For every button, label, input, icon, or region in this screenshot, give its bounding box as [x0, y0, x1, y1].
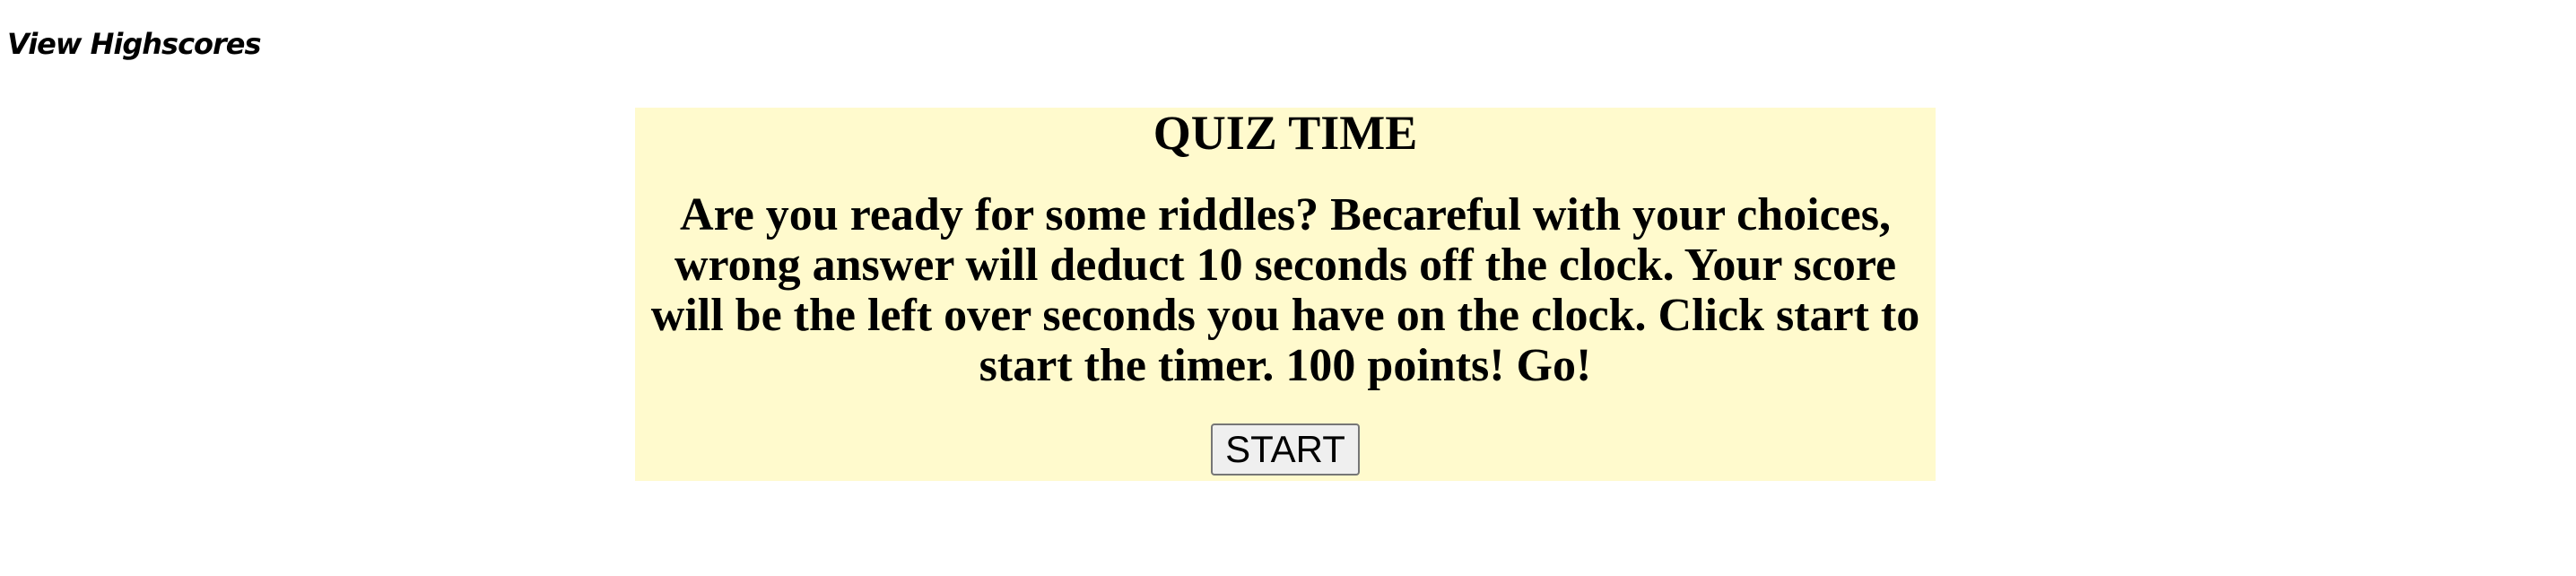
view-highscores-link[interactable]: View Highscores: [7, 27, 262, 61]
quiz-title: QUIZ TIME: [1153, 106, 1418, 160]
start-button[interactable]: START: [1211, 423, 1360, 476]
quiz-instructions: Are you ready for some riddles? Becarefu…: [650, 189, 1920, 391]
quiz-intro-card: QUIZ TIME Are you ready for some riddles…: [635, 108, 1936, 481]
